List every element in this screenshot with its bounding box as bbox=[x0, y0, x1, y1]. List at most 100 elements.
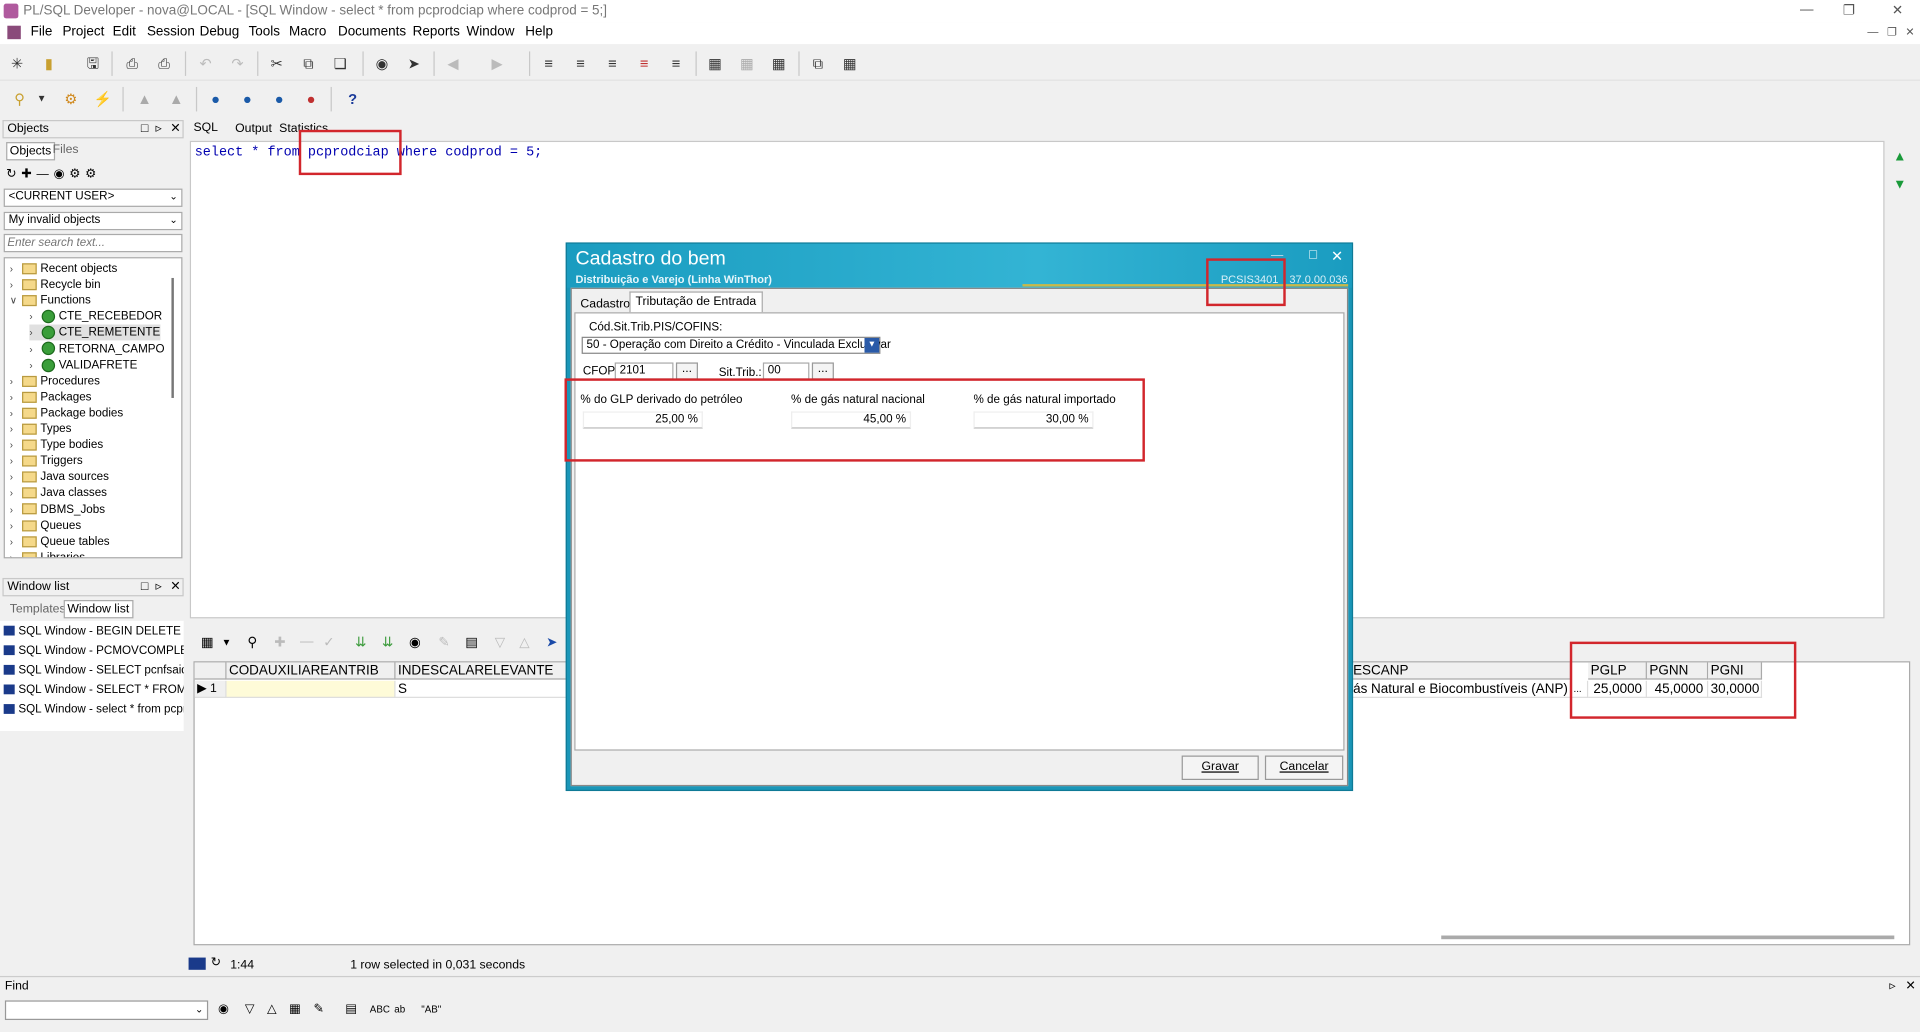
cst-select[interactable]: 50 - Operação com Direito a Crédito - Vi… bbox=[581, 336, 891, 354]
chevron-right-icon[interactable]: › bbox=[10, 421, 22, 437]
tree-folder-item[interactable]: › Queues bbox=[10, 517, 81, 533]
menu-file[interactable]: File bbox=[31, 24, 53, 39]
tile-icon[interactable]: ▦ bbox=[840, 54, 860, 74]
forward-icon[interactable]: ▶ bbox=[487, 54, 507, 74]
panel-close-icon[interactable]: ✕ bbox=[170, 121, 180, 137]
clear-icon[interactable]: ✎ bbox=[438, 634, 449, 651]
find-next-icon[interactable]: ➤ bbox=[404, 54, 424, 74]
execute-icon[interactable]: ⚙ bbox=[61, 89, 81, 109]
window-list-item[interactable]: SQL Window - select * from pcproc bbox=[4, 702, 183, 719]
cell-escanp[interactable]: ás Natural e Biocombustíveis (ANP) bbox=[1350, 680, 1572, 698]
unindent-icon[interactable]: ≡ bbox=[571, 54, 591, 74]
tree-folder-item[interactable]: › Queue tables bbox=[10, 533, 110, 549]
db-compare-icon[interactable]: ● bbox=[301, 89, 321, 109]
tree-folder-item[interactable]: › Java sources bbox=[10, 469, 109, 485]
find-prev-icon[interactable]: △ bbox=[267, 1003, 276, 1016]
menu-tools[interactable]: Tools bbox=[249, 24, 280, 39]
horizontal-scrollbar[interactable] bbox=[1441, 935, 1895, 940]
tree-function-item[interactable]: › VALIDAFRETE bbox=[29, 357, 137, 373]
chevron-right-icon[interactable]: › bbox=[29, 309, 41, 325]
db-export-icon[interactable]: ● bbox=[238, 89, 258, 109]
uncomment-icon[interactable]: ≡ bbox=[634, 54, 654, 74]
tree-folder-item[interactable]: › Packages bbox=[10, 389, 92, 405]
tab-files[interactable]: Files bbox=[53, 143, 79, 156]
tab-tributacao-entrada[interactable]: Tributação de Entrada bbox=[629, 291, 763, 313]
paste-icon[interactable]: ❏ bbox=[331, 54, 351, 74]
tree-folder-item[interactable]: › Java classes bbox=[10, 485, 107, 501]
panel-float-icon[interactable]: □ bbox=[141, 121, 148, 137]
find-input[interactable]: ⌄ bbox=[4, 1000, 209, 1021]
menu-macro[interactable]: Macro bbox=[289, 24, 326, 39]
db-import-icon[interactable]: ● bbox=[269, 89, 289, 109]
window-list-item[interactable]: SQL Window - SELECT pcnfsaid.v bbox=[4, 662, 183, 679]
insert-row-icon[interactable]: ✚ bbox=[274, 634, 285, 651]
post-icon[interactable]: ✓ bbox=[323, 634, 334, 651]
regex-icon[interactable]: "AB" bbox=[421, 1004, 441, 1015]
clear-find-icon[interactable]: ✎ bbox=[313, 1003, 323, 1016]
help-icon[interactable]: ? bbox=[343, 89, 363, 109]
menu-session[interactable]: Session bbox=[147, 24, 195, 39]
menu-project[interactable]: Project bbox=[62, 24, 104, 39]
row-indicator[interactable]: ▶ 1 bbox=[194, 680, 227, 698]
cascade-icon[interactable]: ⧉ bbox=[808, 54, 828, 74]
chevron-right-icon[interactable]: › bbox=[10, 485, 22, 501]
panel-float-icon[interactable]: □ bbox=[141, 579, 148, 595]
menu-documents[interactable]: Documents bbox=[338, 24, 406, 39]
tree-folder-item[interactable]: › Recycle bin bbox=[10, 277, 101, 293]
chevron-down-icon[interactable]: ∨ bbox=[10, 293, 22, 309]
cancelar-button[interactable]: Cancelar bbox=[1264, 755, 1344, 781]
mdi-close-icon[interactable]: ✕ bbox=[1905, 26, 1914, 39]
format-icon[interactable]: ≡ bbox=[666, 54, 686, 74]
compile-icon[interactable]: ▦ bbox=[737, 54, 757, 74]
tree-folder-item[interactable]: › Triggers bbox=[10, 453, 83, 469]
window-list-item[interactable]: SQL Window - SELECT * FROM P bbox=[4, 682, 183, 699]
column-header-indescalarelevante[interactable]: INDESCALARELEVANTE bbox=[395, 662, 567, 680]
find-object-icon[interactable]: ◉ bbox=[54, 168, 70, 181]
column-header-codauxiliareantrib[interactable]: CODAUXILIAREANTRIB bbox=[226, 662, 396, 680]
dialog-close-icon[interactable]: ✕ bbox=[1331, 247, 1343, 264]
tree-scrollbar[interactable] bbox=[171, 277, 174, 398]
panel-close-icon[interactable]: ✕ bbox=[1905, 980, 1915, 993]
chevron-right-icon[interactable]: › bbox=[29, 341, 41, 357]
window-list-item[interactable]: SQL Window - PCMOVCOMPLE.s bbox=[4, 643, 183, 660]
chevron-right-icon[interactable]: › bbox=[29, 325, 41, 341]
tree-folder-item[interactable]: › DBMS_Jobs bbox=[10, 501, 105, 517]
cell-codauxiliareantrib[interactable] bbox=[226, 680, 396, 698]
chevron-right-icon[interactable]: › bbox=[10, 261, 22, 277]
chevron-right-icon[interactable]: › bbox=[10, 389, 22, 405]
lock-icon[interactable]: ⚲ bbox=[247, 634, 257, 651]
chevron-right-icon[interactable]: › bbox=[29, 357, 41, 373]
highlight-icon[interactable]: ▦ bbox=[289, 1003, 301, 1016]
chevron-right-icon[interactable]: › bbox=[10, 405, 22, 421]
find-icon[interactable]: ◉ bbox=[218, 1003, 229, 1016]
chevron-right-icon[interactable]: › bbox=[10, 437, 22, 453]
cell-indescalarelevante[interactable]: S bbox=[395, 680, 567, 698]
tree-folder-item[interactable]: ∨ Functions bbox=[10, 293, 91, 309]
tree-folder-item[interactable]: › Libraries bbox=[10, 550, 85, 558]
cfop-lookup-button[interactable]: ... bbox=[675, 362, 698, 380]
delete-row-icon[interactable]: — bbox=[300, 634, 313, 649]
fetch-last-icon[interactable]: ⇊ bbox=[382, 634, 393, 651]
menu-reports[interactable]: Reports bbox=[413, 24, 460, 39]
tab-sql[interactable]: SQL bbox=[193, 121, 218, 134]
case-icon[interactable]: ABC bbox=[370, 1004, 390, 1015]
chevron-right-icon[interactable]: › bbox=[10, 517, 22, 533]
remove-icon[interactable]: — bbox=[36, 168, 53, 181]
chevron-right-icon[interactable]: › bbox=[10, 469, 22, 485]
filter-icon[interactable]: ⚙ bbox=[69, 168, 85, 181]
link-icon[interactable]: ➤ bbox=[546, 634, 557, 651]
print-preview-icon[interactable]: ⎙ bbox=[154, 54, 174, 74]
mdi-minimize-icon[interactable]: — bbox=[1867, 26, 1878, 38]
tree-function-item[interactable]: › RETORNA_CAMPO bbox=[29, 341, 165, 357]
scroll-up-icon[interactable]: ▲ bbox=[1893, 149, 1906, 164]
indent-icon[interactable]: ≡ bbox=[539, 54, 559, 74]
tree-folder-item[interactable]: › Recent objects bbox=[10, 261, 118, 277]
dropdown-arrow-icon[interactable]: ▼ bbox=[32, 89, 52, 109]
menu-edit[interactable]: Edit bbox=[113, 24, 136, 39]
find-icon[interactable]: ◉ bbox=[372, 54, 392, 74]
sittrib-lookup-button[interactable]: ... bbox=[811, 362, 834, 380]
export-icon[interactable]: ▤ bbox=[465, 634, 478, 651]
refresh-icon[interactable]: ↻ bbox=[6, 168, 21, 181]
explain-icon[interactable]: ▦ bbox=[705, 54, 725, 74]
close-icon[interactable]: ✕ bbox=[1892, 2, 1903, 19]
